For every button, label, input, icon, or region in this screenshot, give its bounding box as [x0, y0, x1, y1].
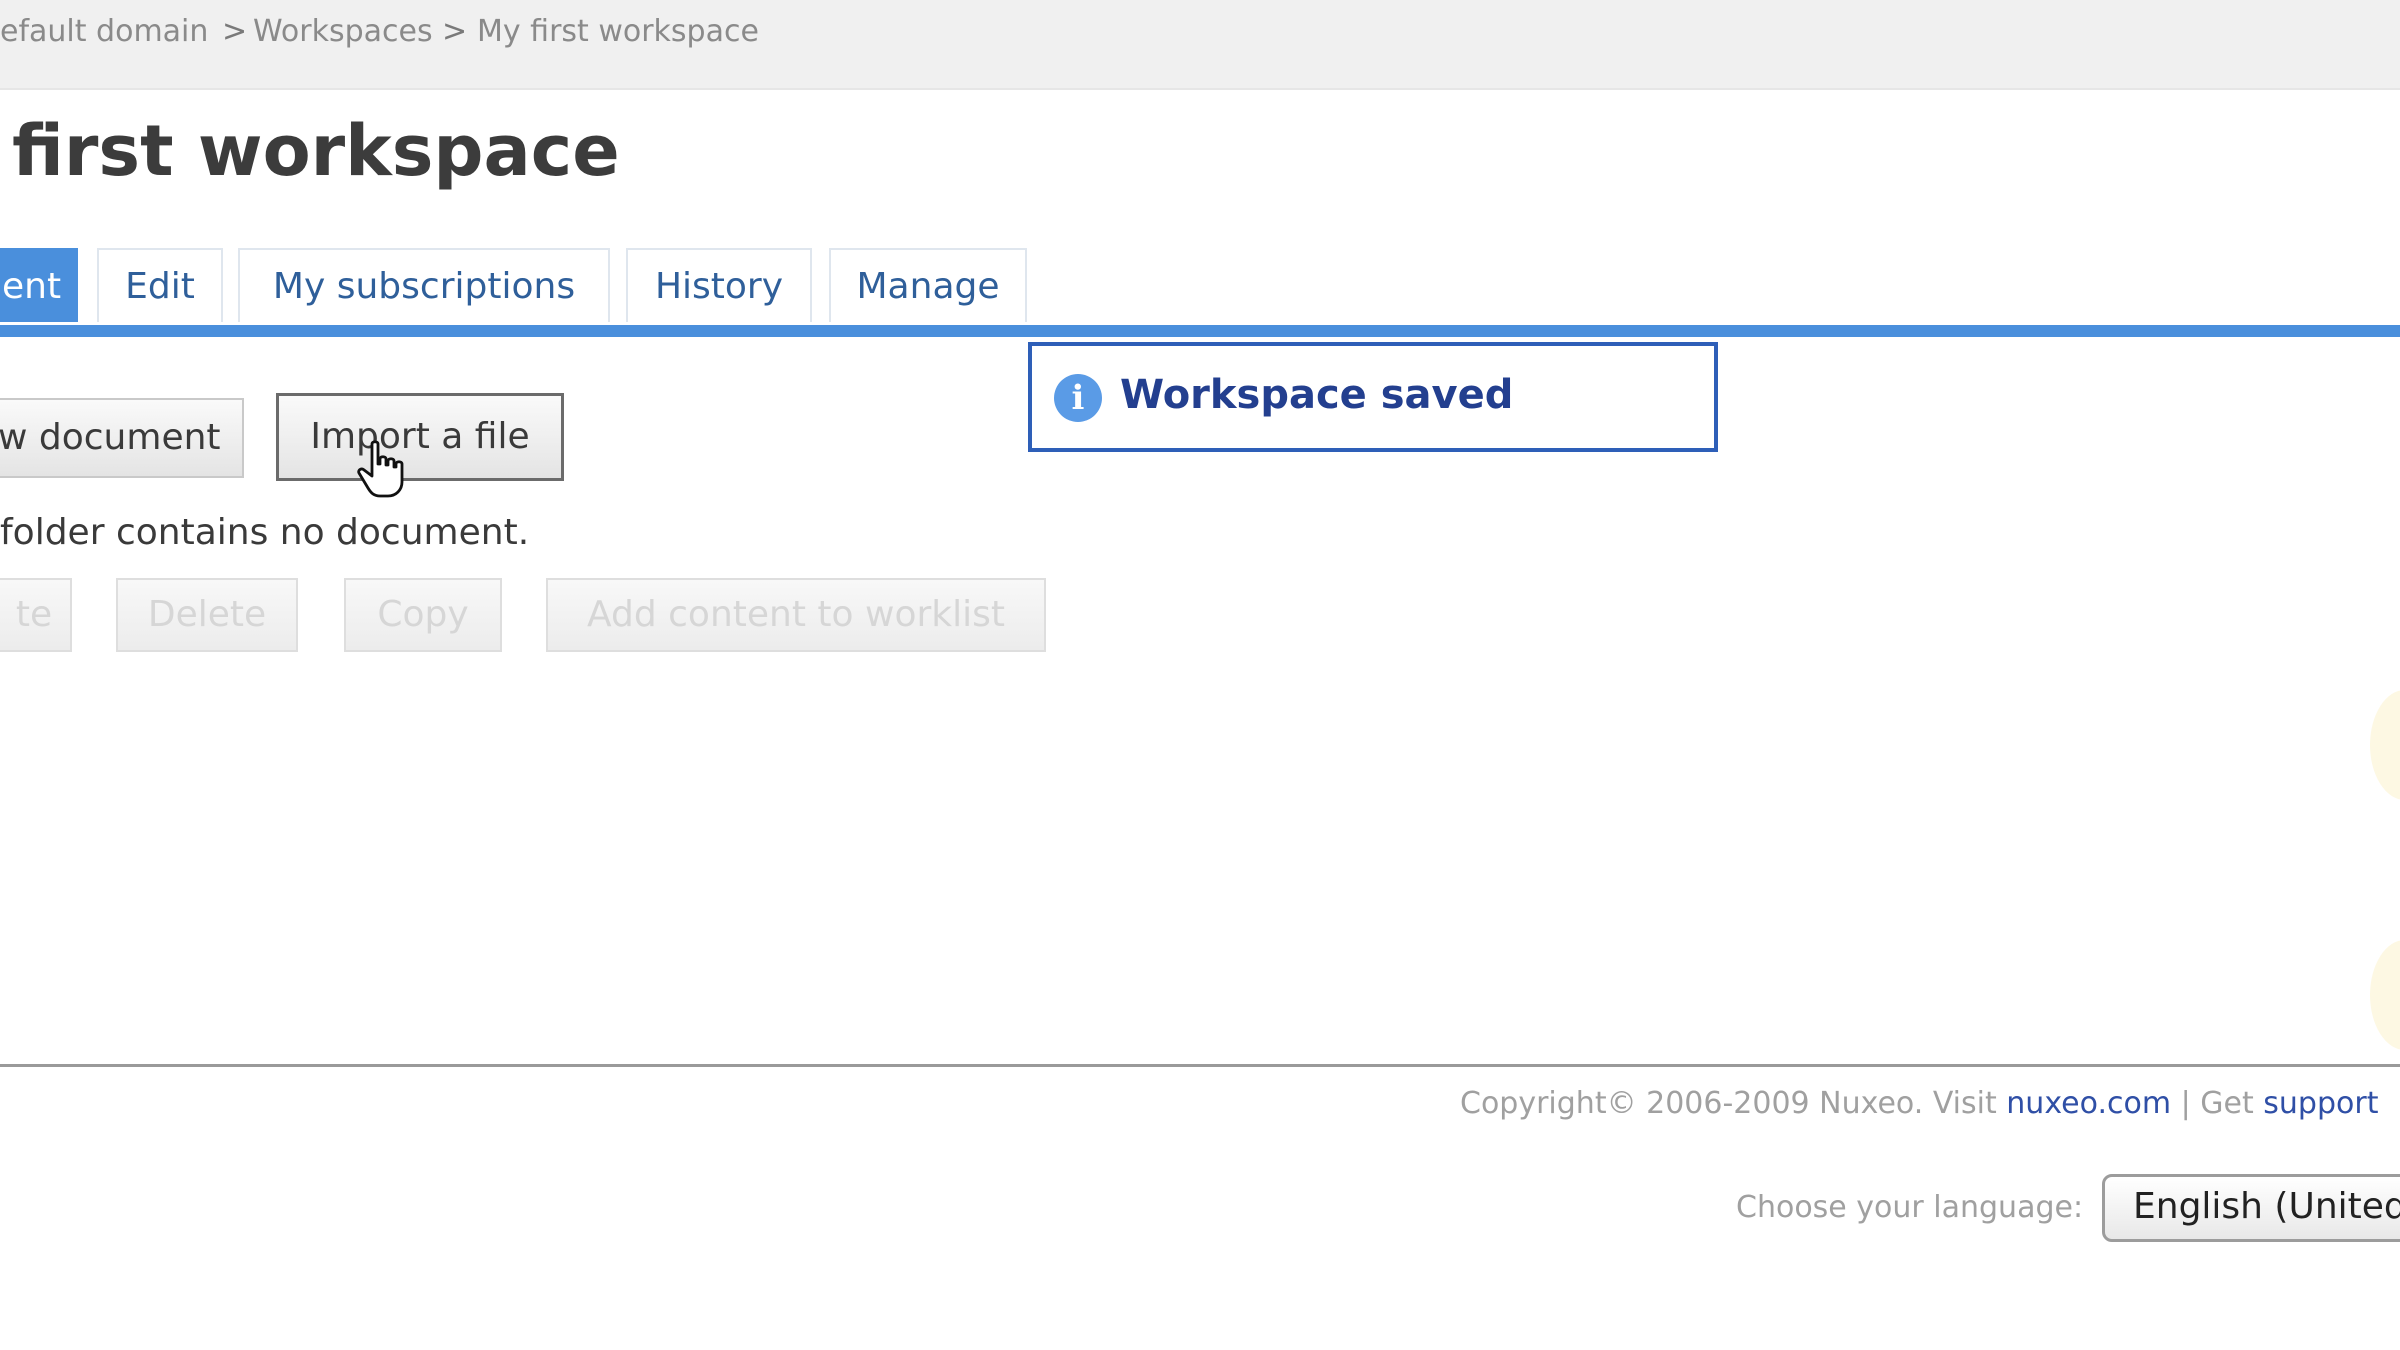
- decorative-glow: [2370, 940, 2400, 1050]
- support-link[interactable]: support: [2263, 1086, 2378, 1121]
- language-label: Choose your language:: [1736, 1190, 2084, 1225]
- hand-cursor-icon: [357, 440, 404, 498]
- empty-folder-message: folder contains no document.: [0, 512, 530, 553]
- add-to-worklist-button[interactable]: Add content to worklist: [546, 578, 1046, 652]
- page-title: first workspace: [12, 110, 620, 192]
- tab-content[interactable]: ent: [0, 248, 78, 322]
- footer-separator: |: [2180, 1086, 2191, 1121]
- info-icon: i: [1054, 374, 1102, 422]
- breadcrumb-separator: >: [222, 14, 248, 49]
- footer-copyright: Copyright© 2006-2009 Nuxeo. Visit nuxeo.…: [1460, 1086, 2378, 1121]
- tab-history[interactable]: History: [626, 248, 812, 322]
- footer-divider: [0, 1064, 2400, 1067]
- import-file-button[interactable]: Import a file: [276, 393, 564, 481]
- new-document-button[interactable]: w document: [0, 398, 244, 478]
- breadcrumb-item-workspaces[interactable]: Workspaces: [253, 0, 433, 64]
- breadcrumb-item-current: My first workspace: [477, 14, 759, 49]
- breadcrumb-separator: >: [442, 14, 468, 49]
- notification-text: Workspace saved: [1120, 372, 1514, 418]
- nuxeo-link[interactable]: nuxeo.com: [2006, 1086, 2171, 1121]
- workspace-saved-notification: i Workspace saved: [1028, 342, 1718, 452]
- delete-button[interactable]: Delete: [116, 578, 298, 652]
- breadcrumb-item-domain[interactable]: efault domain: [0, 0, 208, 64]
- tab-manage[interactable]: Manage: [829, 248, 1027, 322]
- tab-my-subscriptions[interactable]: My subscriptions: [238, 248, 610, 322]
- copy-button[interactable]: Copy: [344, 578, 502, 652]
- decorative-glow: [2370, 690, 2400, 800]
- breadcrumb: efault domain > Workspaces > My first wo…: [0, 0, 2400, 90]
- tab-edit[interactable]: Edit: [97, 248, 223, 322]
- tab-bar-underline: [0, 325, 2400, 337]
- get-text: Get: [2200, 1086, 2254, 1121]
- language-select[interactable]: English (United: [2102, 1174, 2400, 1242]
- copyright-text: Copyright© 2006-2009 Nuxeo. Visit: [1460, 1086, 1997, 1121]
- paste-button[interactable]: te: [0, 578, 72, 652]
